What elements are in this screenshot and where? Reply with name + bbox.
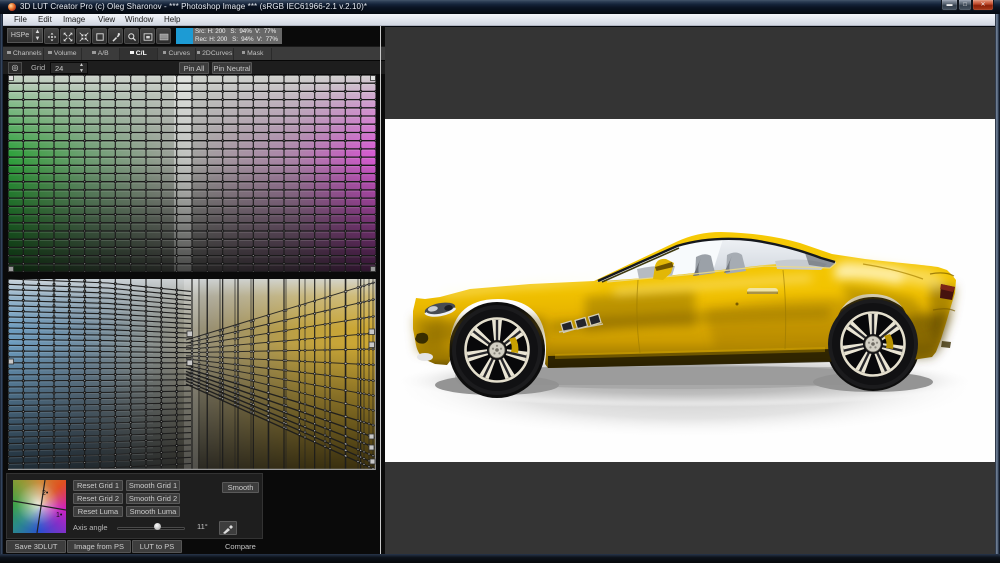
svg-text:2•: 2• [42, 490, 49, 497]
svg-text:1•: 1• [56, 512, 63, 519]
